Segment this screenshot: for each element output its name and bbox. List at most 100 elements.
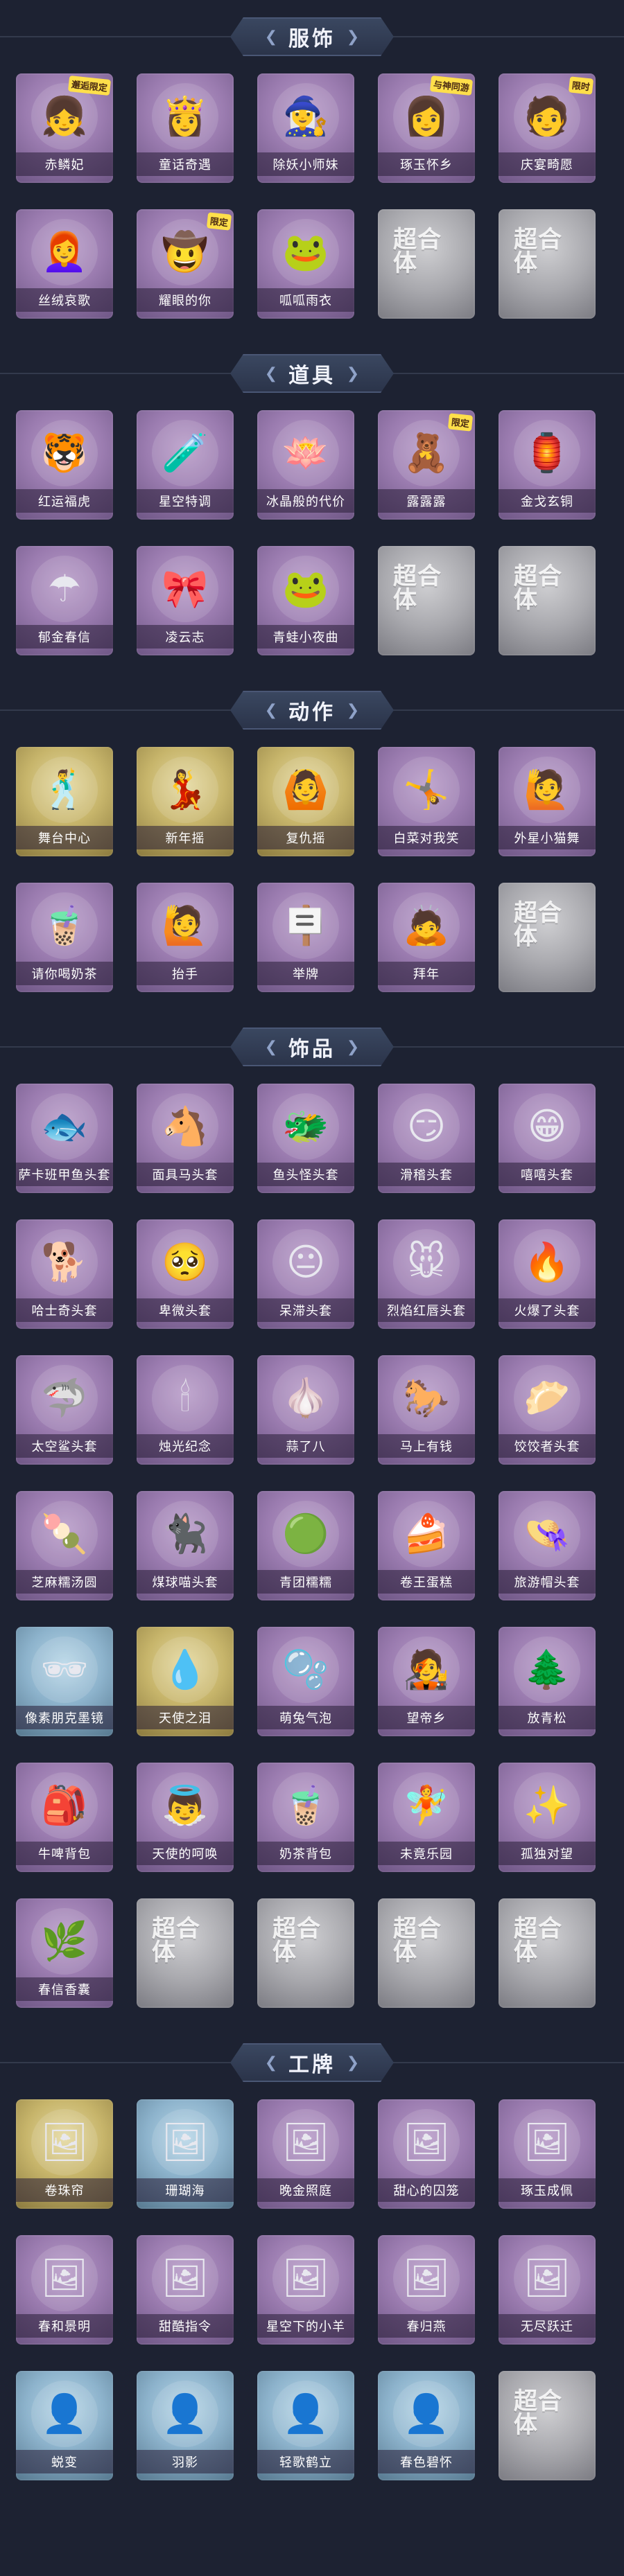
card-frame-icon: 🖼 (152, 2245, 218, 2311)
item-card[interactable]: 🧑‍🎤 望帝乡 (378, 1627, 475, 1736)
item-name: 琢玉怀乡 (378, 152, 475, 176)
locked-item-card[interactable]: 超合体 (378, 546, 475, 655)
locked-item-card[interactable]: 超合体 (499, 2371, 596, 2480)
item-name: 春信香囊 (16, 1977, 113, 2001)
item-card[interactable]: 🐭 烈焰红唇头套 (378, 1219, 475, 1329)
item-card[interactable]: 🙇 拜年 (378, 883, 475, 992)
item-card[interactable]: 🧸 限定 露露露 (378, 410, 475, 520)
item-card[interactable]: 🧑 限时 庆宴畸愿 (499, 73, 596, 183)
item-card[interactable]: 🙋 抬手 (137, 883, 234, 992)
item-card[interactable]: 🖼 珊瑚海 (137, 2099, 234, 2209)
locked-item-card[interactable]: 超合体 (499, 883, 596, 992)
item-card[interactable]: 🐎 马上有钱 (378, 1355, 475, 1465)
item-card[interactable]: 😐 呆滞头套 (257, 1219, 354, 1329)
item-card[interactable]: 🐸 青蛙小夜曲 (257, 546, 354, 655)
item-card[interactable]: 🏮 金戈玄铜 (499, 410, 596, 520)
item-card[interactable]: 🖼 无尽跃迁 (499, 2235, 596, 2345)
item-card[interactable]: 🎒 牛啤背包 (16, 1763, 113, 1872)
item-grid: 🕺 舞台中心 💃 新年摇 🙆 复仇摇 🤸 白菜对我笑 🙋 外星小猫舞 🧋 请你喝奶茶 🙋 抬手 🪧 举牌 🙇 拜年… (0, 747, 624, 1010)
item-card[interactable]: 🧚 未竟乐园 (378, 1763, 475, 1872)
item-card[interactable]: 🔥 火爆了头套 (499, 1219, 596, 1329)
item-card[interactable]: 🐴 面具马头套 (137, 1084, 234, 1193)
item-card[interactable]: 🥟 饺饺者头套 (499, 1355, 596, 1465)
placeholder-logo-text: 超合体 (514, 2389, 562, 2438)
item-card[interactable]: 💧 天使之泪 (137, 1627, 234, 1736)
item-card[interactable]: 👤 轻歌鹤立 (257, 2371, 354, 2480)
item-card[interactable]: 🎀 凌云志 (137, 546, 234, 655)
garlic-icon: 🧄 (272, 1365, 339, 1431)
item-card[interactable]: 🙆 复仇摇 (257, 747, 354, 856)
item-card[interactable]: 🖼 春归燕 (378, 2235, 475, 2345)
item-card[interactable]: 🧋 请你喝奶茶 (16, 883, 113, 992)
item-card[interactable]: 🥺 卑微头套 (137, 1219, 234, 1329)
smile-face-icon: 😏 (393, 1093, 460, 1160)
fish-head-icon: 🐟 (31, 1093, 98, 1160)
item-card[interactable]: 🧪 星空特调 (137, 410, 234, 520)
item-card[interactable]: 🟢 青团糯糯 (257, 1491, 354, 1600)
item-card[interactable]: 🌿 春信香囊 (16, 1898, 113, 2008)
item-card[interactable]: 🤸 白菜对我笑 (378, 747, 475, 856)
item-card[interactable]: 🖼 星空下的小羊 (257, 2235, 354, 2345)
locked-item-card[interactable]: 超合体 (257, 1898, 354, 2008)
item-card[interactable]: 🐕 哈士奇头套 (16, 1219, 113, 1329)
item-name: 珊瑚海 (137, 2178, 234, 2202)
item-card[interactable]: 🧄 蒜了八 (257, 1355, 354, 1465)
item-card[interactable]: 🕶 像素朋克墨镜 (16, 1627, 113, 1736)
item-card[interactable]: 🕯 烛光纪念 (137, 1355, 234, 1465)
item-card[interactable]: 🧙‍♀️ 除妖小师妹 (257, 73, 354, 183)
section-title: 工牌 (288, 2054, 336, 2076)
item-card[interactable]: 🖼 晚金照庭 (257, 2099, 354, 2209)
item-card[interactable]: 🐯 红运福虎 (16, 410, 113, 520)
placeholder-logo-text: 超合体 (514, 901, 562, 950)
item-card[interactable]: 🤠 限定 耀眼的你 (137, 209, 234, 319)
item-card[interactable]: 🧋 奶茶背包 (257, 1763, 354, 1872)
locked-item-card[interactable]: 超合体 (499, 546, 596, 655)
item-card[interactable]: 👸 童话奇遇 (137, 73, 234, 183)
item-card[interactable]: 🐸 呱呱雨衣 (257, 209, 354, 319)
card-frame-icon: 🖼 (393, 2245, 460, 2311)
ornament-left-icon: ❮ (264, 28, 278, 45)
item-card[interactable]: ☂ 郁金春信 (16, 546, 113, 655)
locked-item-card[interactable]: 超合体 (378, 1898, 475, 2008)
item-glyph: 🍡 (41, 1513, 88, 1555)
item-card[interactable]: 🖼 琢玉成佩 (499, 2099, 596, 2209)
item-card[interactable]: 👧 邂逅限定 赤鳞妃 (16, 73, 113, 183)
placeholder-logo-text: 超合体 (514, 1916, 562, 1966)
item-card[interactable]: 🪷 冰晶般的代价 (257, 410, 354, 520)
locked-item-card[interactable]: 超合体 (378, 209, 475, 319)
item-glyph: 🖼 (161, 2121, 209, 2163)
sign-pose-icon: 🪧 (272, 892, 339, 959)
item-card[interactable]: 👤 春色碧怀 (378, 2371, 475, 2480)
item-glyph: 🐟 (41, 1106, 88, 1147)
item-card[interactable]: 🖼 卷珠帘 (16, 2099, 113, 2209)
item-card[interactable]: ✨ 孤独对望 (499, 1763, 596, 1872)
item-card[interactable]: 🐈‍⬛ 煤球喵头套 (137, 1491, 234, 1600)
item-card[interactable]: 💃 新年摇 (137, 747, 234, 856)
item-card[interactable]: 👼 天使的呵唤 (137, 1763, 234, 1872)
locked-item-card[interactable]: 超合体 (499, 1898, 596, 2008)
item-card[interactable]: 🪧 举牌 (257, 883, 354, 992)
item-card[interactable]: 😁 嘻嘻头套 (499, 1084, 596, 1193)
item-card[interactable]: 😏 滑稽头套 (378, 1084, 475, 1193)
item-card[interactable]: 🕺 舞台中心 (16, 747, 113, 856)
item-card[interactable]: 🖼 甜心的囚笼 (378, 2099, 475, 2209)
angel-tear-icon: 💧 (152, 1637, 218, 1703)
item-card[interactable]: 🐟 萨卡班甲鱼头套 (16, 1084, 113, 1193)
locked-item-card[interactable]: 超合体 (499, 209, 596, 319)
item-card[interactable]: 👤 蜕变 (16, 2371, 113, 2480)
item-card[interactable]: 👒 旅游帽头套 (499, 1491, 596, 1600)
item-card[interactable]: 🌲 放青松 (499, 1627, 596, 1736)
item-card[interactable]: 👤 羽影 (137, 2371, 234, 2480)
item-card[interactable]: 👩 与神同游 琢玉怀乡 (378, 73, 475, 183)
item-card[interactable]: 🙋 外星小猫舞 (499, 747, 596, 856)
item-card[interactable]: 🍡 芝麻糯汤圆 (16, 1491, 113, 1600)
item-card[interactable]: 👩‍🦰 丝绒哀歌 (16, 209, 113, 319)
item-card[interactable]: 🐲 鱼头怪头套 (257, 1084, 354, 1193)
item-card[interactable]: 🫧 萌兔气泡 (257, 1627, 354, 1736)
locked-item-card[interactable]: 超合体 (137, 1898, 234, 2008)
item-card[interactable]: 🖼 甜酷指令 (137, 2235, 234, 2345)
section-header: ❮ 工牌 ❯ (0, 2026, 624, 2099)
item-card[interactable]: 🦈 太空鲨头套 (16, 1355, 113, 1465)
item-card[interactable]: 🍰 卷王蛋糕 (378, 1491, 475, 1600)
item-card[interactable]: 🖼 春和景明 (16, 2235, 113, 2345)
